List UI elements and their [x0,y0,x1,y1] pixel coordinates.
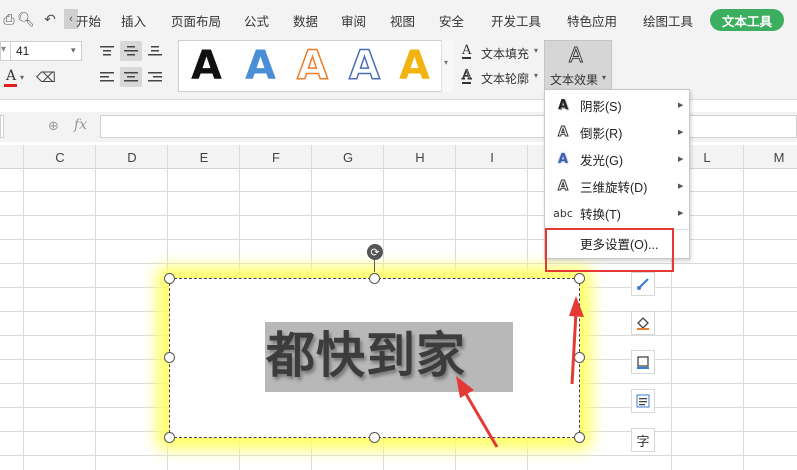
annotation-arrows [456,296,584,448]
arrow-right-line [570,311,578,385]
arrow-right-head-icon [569,296,584,317]
arrow-bottom-line [464,393,499,448]
arrow-bottom-head-icon [456,376,474,398]
